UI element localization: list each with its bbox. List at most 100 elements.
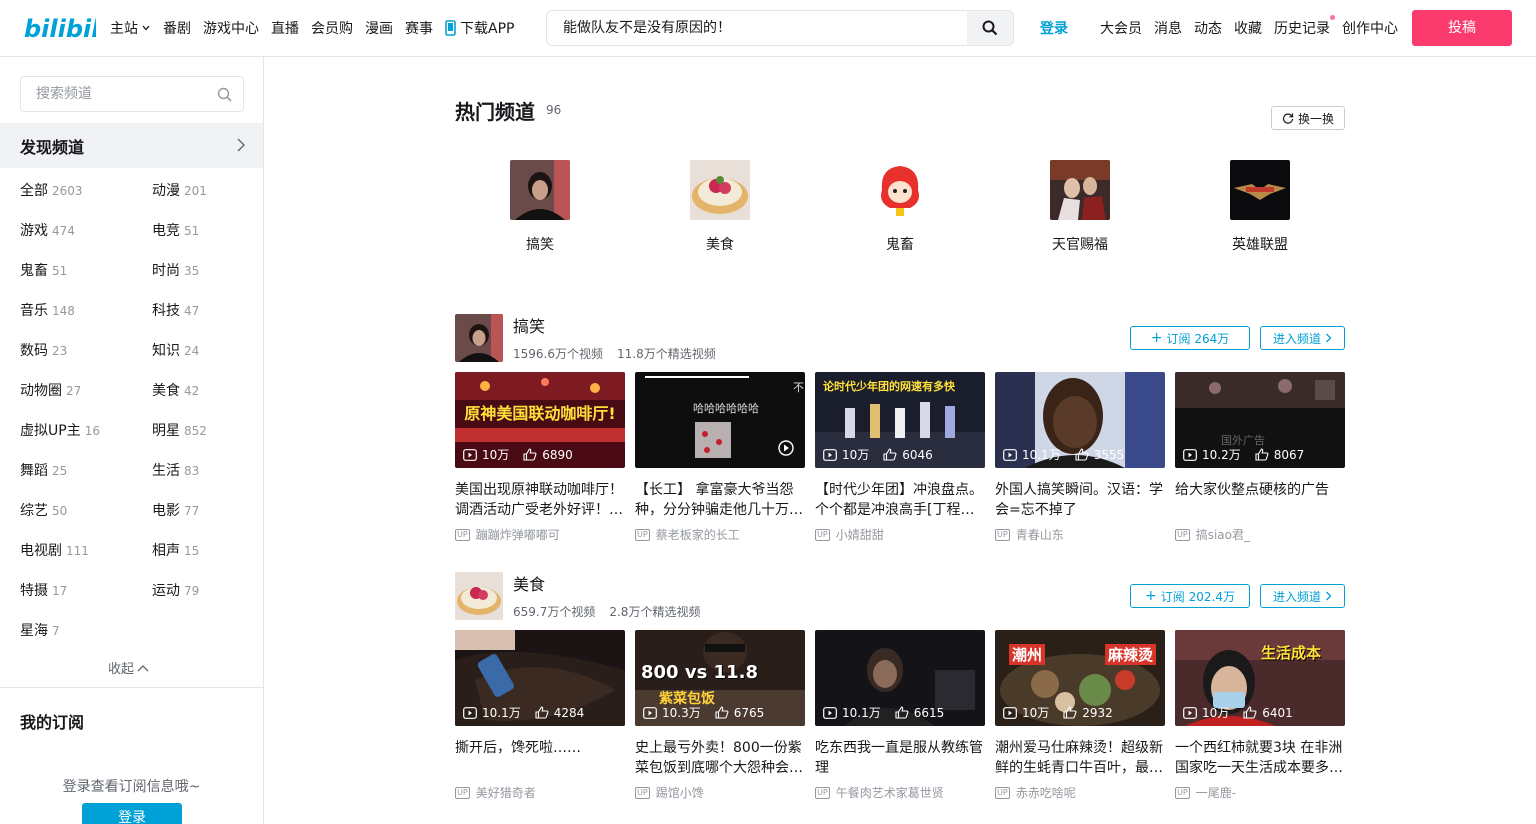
section-title[interactable]: 美食: [513, 571, 545, 595]
video-thumbnail[interactable]: 10.1万 4284: [455, 630, 625, 726]
enter-channel-button[interactable]: 进入频道: [1260, 326, 1345, 350]
video-card[interactable]: 10.1万 6615 吃东西我一直是服从教练管理 UP 午餐肉艺术家葛世贤: [815, 630, 985, 801]
video-card[interactable]: 原神美国联动咖啡厅! 10万 6890 美国出现原神联动咖啡厅！调酒活动广受老外…: [455, 372, 625, 543]
nav-history[interactable]: 历史记录: [1274, 15, 1335, 38]
category-item[interactable]: 动漫 201: [152, 180, 207, 200]
nav-bangumi[interactable]: 番剧: [163, 18, 191, 38]
video-card[interactable]: 潮州 麻辣烫 10万 2932 潮州爱马仕麻辣烫！超级新鲜的生蚝青口牛百叶，最……: [995, 630, 1165, 801]
bilibili-logo[interactable]: bilibili: [24, 11, 96, 45]
video-thumbnail[interactable]: 哈哈哈哈哈哈 不: [635, 372, 805, 468]
nav-vip[interactable]: 大会员: [1100, 18, 1142, 38]
category-item[interactable]: 电影 77: [152, 500, 199, 520]
video-card[interactable]: 论时代少年团的网速有多快 10万 6046 【时代少年团】冲浪盘点。个个都是冲浪…: [815, 372, 985, 543]
video-title[interactable]: 【时代少年团】冲浪盘点。个个都是冲浪高手[丁程…: [815, 480, 985, 520]
video-title[interactable]: 给大家伙整点硬核的广告: [1175, 480, 1345, 520]
video-uploader[interactable]: UP 蔡老板家的长工: [635, 526, 805, 543]
hot-channel-funny[interactable]: 搞笑: [490, 160, 590, 254]
channel-search-input[interactable]: 搜索频道: [20, 76, 244, 112]
nav-game-center[interactable]: 游戏中心: [203, 18, 259, 38]
video-thumbnail[interactable]: 潮州 麻辣烫 10万 2932: [995, 630, 1165, 726]
nav-main-site[interactable]: 主站: [110, 18, 151, 38]
nav-favorites[interactable]: 收藏: [1234, 18, 1262, 38]
video-title[interactable]: 史上最亏外卖！800一份紫菜包饭到底哪个大怨种会…: [635, 738, 805, 778]
hot-channel-food[interactable]: 美食: [670, 160, 770, 254]
hot-channel-lol[interactable]: 英雄联盟: [1210, 160, 1310, 254]
category-item[interactable]: 生活 83: [152, 460, 199, 480]
category-item[interactable]: 相声 15: [152, 540, 199, 560]
hot-channel-tgcf[interactable]: 天官赐福: [1030, 160, 1130, 254]
refresh-button[interactable]: 换一换: [1271, 106, 1345, 130]
video-uploader[interactable]: UP 青春山东: [995, 526, 1165, 543]
sidebar-login-button[interactable]: 登录: [82, 803, 182, 824]
video-thumbnail[interactable]: 生活成本 10万 6401: [1175, 630, 1345, 726]
video-title[interactable]: 一个西红柿就要3块 在非洲国家吃一天生活成本要多…: [1175, 738, 1345, 778]
video-card[interactable]: 国外广告 10.2万 8067 给大家伙整点硬核的广告 UP 搞siao君_: [1175, 372, 1345, 543]
video-thumbnail[interactable]: 原神美国联动咖啡厅! 10万 6890: [455, 372, 625, 468]
upload-button[interactable]: 投稿: [1412, 10, 1512, 46]
video-thumbnail[interactable]: 800 vs 11.8 紫菜包饭 10.3万 6765: [635, 630, 805, 726]
category-item[interactable]: 综艺 50: [20, 500, 67, 520]
nav-manga[interactable]: 漫画: [365, 18, 393, 38]
hot-channel-kichiku[interactable]: 鬼畜: [850, 160, 950, 254]
nav-dynamics[interactable]: 动态: [1194, 18, 1222, 38]
video-title[interactable]: 撕开后，馋死啦……: [455, 738, 625, 778]
category-item[interactable]: 数码 23: [20, 340, 67, 360]
discover-channels[interactable]: 发现频道: [0, 123, 263, 168]
nav-messages[interactable]: 消息: [1154, 18, 1182, 38]
category-item[interactable]: 电竞 51: [152, 220, 199, 240]
category-item[interactable]: 虚拟UP主 16: [20, 420, 100, 440]
section-avatar[interactable]: [455, 314, 503, 362]
video-uploader[interactable]: UP 搞siao君_: [1175, 526, 1345, 543]
search-input[interactable]: 能做队友不是没有原因的！: [547, 11, 967, 45]
video-uploader[interactable]: UP 赤赤吃啥呢: [995, 784, 1165, 801]
video-title[interactable]: 潮州爱马仕麻辣烫！超级新鲜的生蚝青口牛百叶，最…: [995, 738, 1165, 778]
video-card[interactable]: 800 vs 11.8 紫菜包饭 10.3万 6765 史上最亏外卖！800一份…: [635, 630, 805, 801]
video-title[interactable]: 【长工】 拿富豪大爷当怨种，分分钟骗走他几十万…: [635, 480, 805, 520]
category-item[interactable]: 电视剧 111: [20, 540, 89, 560]
subscribe-button[interactable]: + 订阅 264万: [1130, 326, 1250, 350]
category-item[interactable]: 科技 47: [152, 300, 199, 320]
category-item[interactable]: 运动 79: [152, 580, 199, 600]
category-item[interactable]: 知识 24: [152, 340, 199, 360]
nav-live[interactable]: 直播: [271, 18, 299, 38]
category-item[interactable]: 鬼畜 51: [20, 260, 67, 280]
section-title[interactable]: 搞笑: [513, 313, 545, 337]
video-uploader[interactable]: UP 蹦蹦炸弹嘟嘟可: [455, 526, 625, 543]
category-item[interactable]: 音乐 148: [20, 300, 75, 320]
category-item[interactable]: 舞蹈 25: [20, 460, 67, 480]
subscribe-button[interactable]: + 订阅 202.4万: [1130, 584, 1250, 608]
video-thumbnail[interactable]: 10.1万 6615: [815, 630, 985, 726]
video-uploader[interactable]: UP 小婧甜甜: [815, 526, 985, 543]
nav-download-app[interactable]: 下载APP: [445, 18, 514, 38]
category-item[interactable]: 美食 42: [152, 380, 199, 400]
video-thumbnail[interactable]: 论时代少年团的网速有多快 10万 6046: [815, 372, 985, 468]
video-thumbnail[interactable]: 国外广告 10.2万 8067: [1175, 372, 1345, 468]
video-uploader[interactable]: UP 午餐肉艺术家葛世贤: [815, 784, 985, 801]
video-card[interactable]: 10.1万 3555 外国人搞笑瞬间。汉语：学会=忘不掉了 UP 青春山东: [995, 372, 1165, 543]
video-uploader[interactable]: UP 美好猎奇者: [455, 784, 625, 801]
video-title[interactable]: 吃东西我一直是服从教练管理: [815, 738, 985, 778]
video-card[interactable]: 哈哈哈哈哈哈 不 【长工】 拿富豪大爷当怨种，分分钟骗走他几十万… UP 蔡老板家…: [635, 372, 805, 543]
category-item[interactable]: 星海 7: [20, 620, 60, 640]
search-icon[interactable]: [217, 87, 233, 103]
login-link[interactable]: 登录: [1040, 18, 1068, 38]
category-item[interactable]: 时尚 35: [152, 260, 199, 280]
category-item[interactable]: 全部 2603: [20, 180, 83, 200]
category-item[interactable]: 明星 852: [152, 420, 207, 440]
category-item[interactable]: 游戏 474: [20, 220, 75, 240]
collapse-button[interactable]: 收起: [108, 658, 149, 677]
video-uploader[interactable]: UP 踢馆小馋: [635, 784, 805, 801]
category-item[interactable]: 动物圈 27: [20, 380, 81, 400]
nav-shop[interactable]: 会员购: [311, 18, 353, 38]
video-card[interactable]: 生活成本 10万 6401 一个西红柿就要3块 在非洲国家吃一天生活成本要多… …: [1175, 630, 1345, 801]
enter-channel-button[interactable]: 进入频道: [1260, 584, 1345, 608]
section-avatar[interactable]: [455, 572, 503, 620]
video-thumbnail[interactable]: 10.1万 3555: [995, 372, 1165, 468]
category-item[interactable]: 特摄 17: [20, 580, 67, 600]
search-button[interactable]: [967, 11, 1013, 45]
video-uploader[interactable]: UP 一尾鹿-: [1175, 784, 1345, 801]
video-title[interactable]: 美国出现原神联动咖啡厅！调酒活动广受老外好评！…: [455, 480, 625, 520]
video-title[interactable]: 外国人搞笑瞬间。汉语：学会=忘不掉了: [995, 480, 1165, 520]
video-card[interactable]: 10.1万 4284 撕开后，馋死啦…… UP 美好猎奇者: [455, 630, 625, 801]
nav-esports[interactable]: 赛事: [405, 18, 433, 38]
